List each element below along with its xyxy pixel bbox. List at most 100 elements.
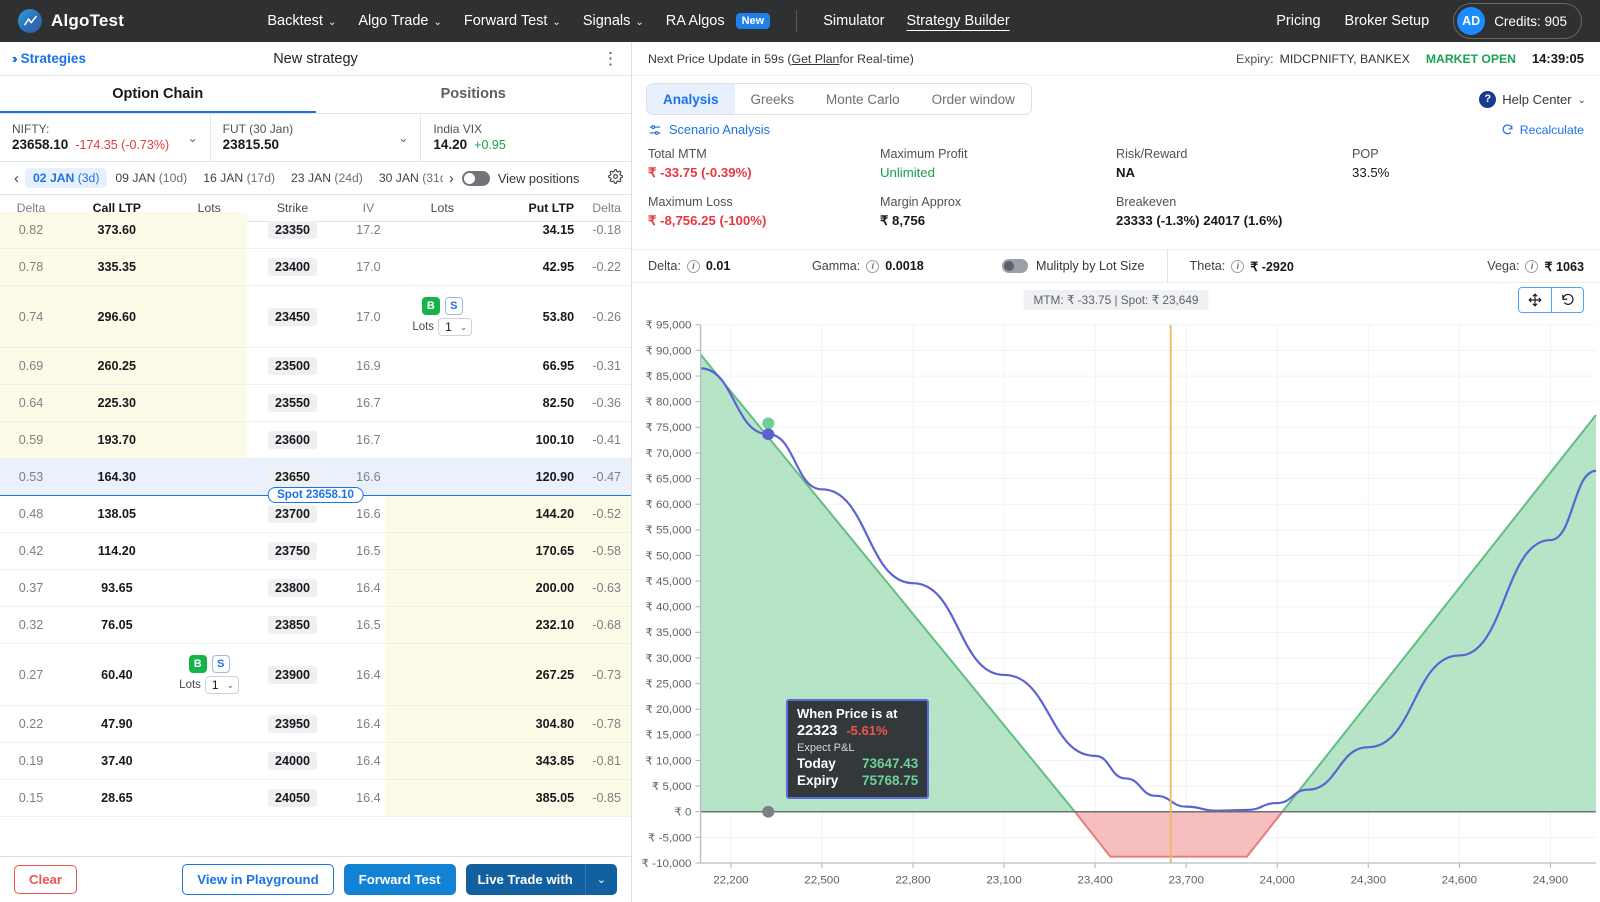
table-row[interactable]: 0.64 225.30 23550 16.7 82.50 -0.36 bbox=[0, 385, 631, 422]
get-plan-link[interactable]: Get Plan bbox=[792, 52, 840, 66]
cell-put-ltp[interactable]: 144.20 bbox=[486, 507, 575, 521]
payoff-chart-svg[interactable]: ₹ 95,000 ₹ 90,000 ₹ 85,000 ₹ 80,000 ₹ 75,000… bbox=[632, 317, 1600, 902]
credits-pill[interactable]: AD Credits: 905 bbox=[1453, 3, 1582, 39]
clear-button[interactable]: Clear bbox=[14, 865, 77, 894]
cell-call-ltp[interactable]: 164.30 bbox=[62, 470, 172, 484]
chevron-down-icon[interactable]: ⌄ bbox=[188, 131, 198, 145]
nav-broker-setup[interactable]: Broker Setup bbox=[1345, 13, 1430, 29]
quote-nifty[interactable]: NIFTY: 23658.10 -174.35 (-0.73%) ⌄ bbox=[0, 114, 211, 161]
cell-call-ltp[interactable]: 373.60 bbox=[62, 223, 172, 237]
table-row[interactable]: 0.82 373.60 23350 17.2 34.15 -0.18 bbox=[0, 212, 631, 249]
tab-option-chain[interactable]: Option Chain bbox=[0, 76, 316, 113]
tab-analysis[interactable]: Analysis bbox=[647, 84, 735, 114]
table-row[interactable]: 0.59 193.70 23600 16.7 100.10 -0.41 bbox=[0, 422, 631, 459]
info-icon[interactable]: i bbox=[686, 259, 700, 273]
cell-call-ltp[interactable]: 28.65 bbox=[62, 791, 172, 805]
cell-put-ltp[interactable]: 34.15 bbox=[486, 223, 575, 237]
nav-algo-trade[interactable]: Algo Trade ⌄ bbox=[358, 13, 442, 29]
cell-put-ltp[interactable]: 200.00 bbox=[486, 581, 575, 595]
forward-test-button[interactable]: Forward Test bbox=[343, 864, 456, 895]
chevron-down-icon[interactable]: ⌄ bbox=[398, 131, 408, 145]
cell-call-ltp[interactable]: 60.40 bbox=[62, 668, 172, 682]
cell-put-ltp[interactable]: 343.85 bbox=[486, 754, 575, 768]
lots-dropdown[interactable]: 1 ⌄ bbox=[204, 676, 240, 694]
multiply-lot-size-group[interactable]: Mulitply by Lot Size bbox=[1002, 259, 1145, 273]
nav-backtest[interactable]: Backtest ⌄ bbox=[267, 13, 336, 29]
table-row[interactable]: 0.74 296.60 23450 17.0 B S Lots 1 ⌄ 53.80 -0.26 bbox=[0, 286, 631, 348]
info-icon[interactable]: i bbox=[1231, 259, 1245, 273]
nav-strategy-builder[interactable]: Strategy Builder bbox=[906, 13, 1009, 29]
lots-dropdown[interactable]: 1 ⌄ bbox=[438, 318, 473, 336]
cell-call-ltp[interactable]: 225.30 bbox=[62, 396, 172, 410]
buy-button[interactable]: B bbox=[188, 655, 207, 673]
recalculate-button[interactable]: Recalculate bbox=[1501, 123, 1584, 137]
cell-put-ltp[interactable]: 66.95 bbox=[486, 359, 575, 373]
sell-button[interactable]: S bbox=[211, 655, 230, 673]
cell-call-ltp[interactable]: 93.65 bbox=[62, 581, 172, 595]
cell-call-ltp[interactable]: 335.35 bbox=[62, 260, 172, 274]
brand-logo-group[interactable]: AlgoTest bbox=[18, 9, 124, 33]
live-trade-button[interactable]: Live Trade with bbox=[466, 864, 585, 895]
cell-put-ltp[interactable]: 267.25 bbox=[486, 668, 575, 682]
table-row[interactable]: 0.53 164.30 23650 16.6 120.90 -0.47 Spot 23658… bbox=[0, 459, 631, 503]
reset-zoom-icon[interactable] bbox=[1551, 288, 1583, 312]
live-trade-chevron-down-icon[interactable]: ⌄ bbox=[586, 864, 617, 895]
expiry-chip-4[interactable]: 30 JAN (31d) bbox=[371, 168, 443, 188]
nav-ra-algos[interactable]: RA Algos New bbox=[666, 13, 771, 29]
settings-gear-icon[interactable] bbox=[608, 169, 623, 187]
cell-call-ltp[interactable]: 37.40 bbox=[62, 754, 172, 768]
cell-put-ltp[interactable]: 42.95 bbox=[486, 260, 575, 274]
view-positions-toggle[interactable] bbox=[461, 170, 490, 186]
cell-put-ltp[interactable]: 120.90 bbox=[486, 470, 575, 484]
table-row[interactable]: 0.37 93.65 23800 16.4 200.00 -0.63 bbox=[0, 570, 631, 607]
expiry-prev-icon[interactable]: ‹ bbox=[8, 170, 25, 187]
cell-put-ltp[interactable]: 53.80 bbox=[486, 310, 575, 324]
table-row[interactable]: 0.22 47.90 23950 16.4 304.80 -0.78 bbox=[0, 706, 631, 743]
cell-call-ltp[interactable]: 193.70 bbox=[62, 433, 172, 447]
payoff-chart[interactable]: ₹ 95,000 ₹ 90,000 ₹ 85,000 ₹ 80,000 ₹ 75,000… bbox=[632, 317, 1600, 902]
sell-button[interactable]: S bbox=[444, 297, 463, 315]
info-icon[interactable]: i bbox=[1525, 259, 1539, 273]
buy-button[interactable]: B bbox=[421, 297, 440, 315]
more-options-icon[interactable]: ⋮ bbox=[602, 50, 619, 67]
expiry-next-icon[interactable]: › bbox=[443, 170, 460, 187]
tab-order-window[interactable]: Order window bbox=[915, 84, 1031, 114]
cell-call-ltp[interactable]: 114.20 bbox=[62, 544, 172, 558]
multiply-lot-size-toggle[interactable] bbox=[1002, 259, 1028, 273]
table-row[interactable]: 0.32 76.05 23850 16.5 232.10 -0.68 bbox=[0, 607, 631, 644]
cell-put-ltp[interactable]: 170.65 bbox=[486, 544, 575, 558]
help-center-button[interactable]: ? Help Center ⌄ bbox=[1479, 90, 1586, 108]
cell-call-ltp[interactable]: 47.90 bbox=[62, 717, 172, 731]
cell-put-ltp[interactable]: 385.05 bbox=[486, 791, 575, 805]
info-icon[interactable]: i bbox=[866, 259, 880, 273]
cell-call-ltp[interactable]: 296.60 bbox=[62, 310, 172, 324]
tab-greeks[interactable]: Greeks bbox=[734, 84, 811, 114]
expiry-chip-3[interactable]: 23 JAN (24d) bbox=[283, 168, 371, 188]
option-chain-body[interactable]: 0.82 373.60 23350 17.2 34.15 -0.18 0.78 335.35 2… bbox=[0, 212, 631, 856]
nav-simulator[interactable]: Simulator bbox=[823, 13, 884, 29]
cell-call-ltp[interactable]: 138.05 bbox=[62, 507, 172, 521]
cell-put-ltp[interactable]: 100.10 bbox=[486, 433, 575, 447]
table-row[interactable]: 0.19 37.40 24000 16.4 343.85 -0.81 bbox=[0, 743, 631, 780]
table-row[interactable]: 0.15 28.65 24050 16.4 385.05 -0.85 bbox=[0, 780, 631, 817]
cell-call-ltp[interactable]: 260.25 bbox=[62, 359, 172, 373]
expiry-chip-2[interactable]: 16 JAN (17d) bbox=[195, 168, 283, 188]
cell-put-ltp[interactable]: 82.50 bbox=[486, 396, 575, 410]
cell-call-ltp[interactable]: 76.05 bbox=[62, 618, 172, 632]
pan-tool-icon[interactable] bbox=[1519, 288, 1551, 312]
cell-put-ltp[interactable]: 232.10 bbox=[486, 618, 575, 632]
nav-signals[interactable]: Signals ⌄ bbox=[583, 13, 644, 29]
table-row[interactable]: 0.42 114.20 23750 16.5 170.65 -0.58 bbox=[0, 533, 631, 570]
quote-fut[interactable]: FUT (30 Jan) 23815.50 ⌄ bbox=[211, 114, 422, 161]
nav-pricing[interactable]: Pricing bbox=[1276, 13, 1320, 29]
cell-put-ltp[interactable]: 304.80 bbox=[486, 717, 575, 731]
table-row[interactable]: 0.69 260.25 23500 16.9 66.95 -0.31 bbox=[0, 348, 631, 385]
table-row[interactable]: 0.78 335.35 23400 17.0 42.95 -0.22 bbox=[0, 249, 631, 286]
nav-forward-test[interactable]: Forward Test ⌄ bbox=[464, 13, 561, 29]
expiry-chip-1[interactable]: 09 JAN (10d) bbox=[107, 168, 195, 188]
table-row[interactable]: 0.27 60.40 B S Lots 1 ⌄ 23900 16.4 267.25 -0.73 bbox=[0, 644, 631, 706]
view-in-playground-button[interactable]: View in Playground bbox=[182, 864, 334, 895]
scenario-analysis-button[interactable]: Scenario Analysis bbox=[648, 122, 770, 137]
tab-positions[interactable]: Positions bbox=[316, 76, 632, 113]
expiry-chip-0[interactable]: 02 JAN (3d) bbox=[25, 168, 108, 188]
